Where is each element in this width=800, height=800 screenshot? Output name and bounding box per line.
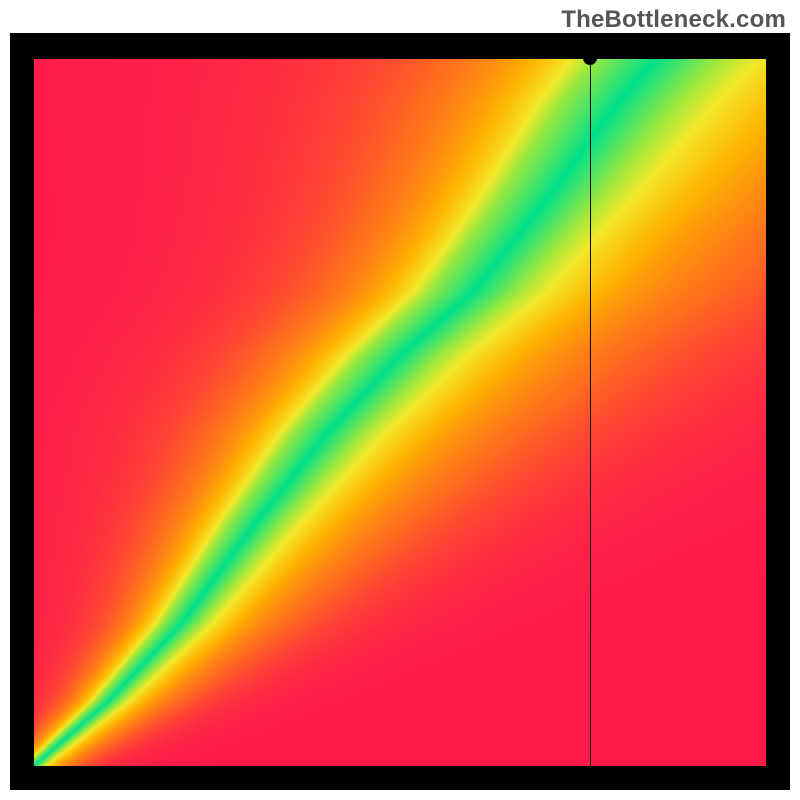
crosshair-horizontal (34, 58, 766, 59)
heatmap-canvas (34, 58, 766, 766)
crosshair-vertical (590, 58, 591, 766)
watermark-text: TheBottleneck.com (561, 6, 786, 34)
crosshair-marker (583, 51, 597, 65)
plot-area (34, 58, 766, 766)
